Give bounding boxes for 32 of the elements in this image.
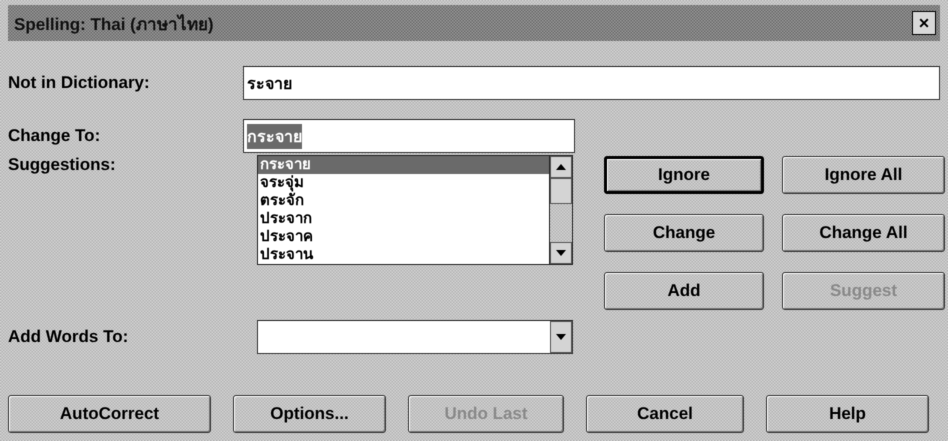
suggestion-item[interactable]: กระจาย [258, 156, 549, 174]
dialog-button[interactable]: Add [604, 272, 764, 310]
dialog-button[interactable]: Cancel [586, 395, 744, 433]
suggestion-item[interactable]: ตระจัก [258, 192, 549, 210]
suggestion-item[interactable]: จระจุ่ม [258, 174, 549, 192]
down-arrow-icon [556, 334, 566, 340]
field-label: Change To: [8, 126, 102, 146]
dialog-button[interactable]: Ignore [604, 156, 764, 194]
up-arrow-icon [556, 164, 566, 170]
dropdown-button[interactable] [550, 321, 572, 353]
field-label: Add Words To: [8, 327, 130, 347]
suggestion-item[interactable]: ประจาน [258, 246, 549, 264]
scroll-thumb[interactable] [550, 178, 572, 204]
suggestion-item[interactable]: ประจาก [258, 210, 549, 228]
field-label: Suggestions: [8, 155, 117, 175]
field-label: Not in Dictionary: [8, 73, 151, 93]
not-in-dictionary-field[interactable]: ระจาย [243, 66, 940, 100]
down-arrow-icon [556, 250, 566, 256]
dialog-button[interactable]: Change All [782, 214, 945, 252]
dialog-button[interactable]: Options... [233, 395, 386, 433]
dialog-button[interactable]: Help [766, 395, 929, 433]
window-title: Spelling: Thai (ภาษาไทย) [14, 13, 214, 36]
suggestion-item[interactable]: ประจาค [258, 228, 549, 246]
add-words-to-combo[interactable] [257, 320, 573, 354]
scroll-down-button[interactable] [550, 242, 572, 264]
change-to-field[interactable]: กระจาย [243, 119, 575, 153]
scrollbar[interactable] [549, 156, 572, 264]
dialog-button[interactable]: AutoCorrect [8, 395, 211, 433]
dialog-button[interactable]: Ignore All [782, 156, 945, 194]
close-button[interactable]: × [912, 11, 936, 35]
dialog-button[interactable]: Change [604, 214, 764, 252]
scroll-up-button[interactable] [550, 156, 572, 178]
